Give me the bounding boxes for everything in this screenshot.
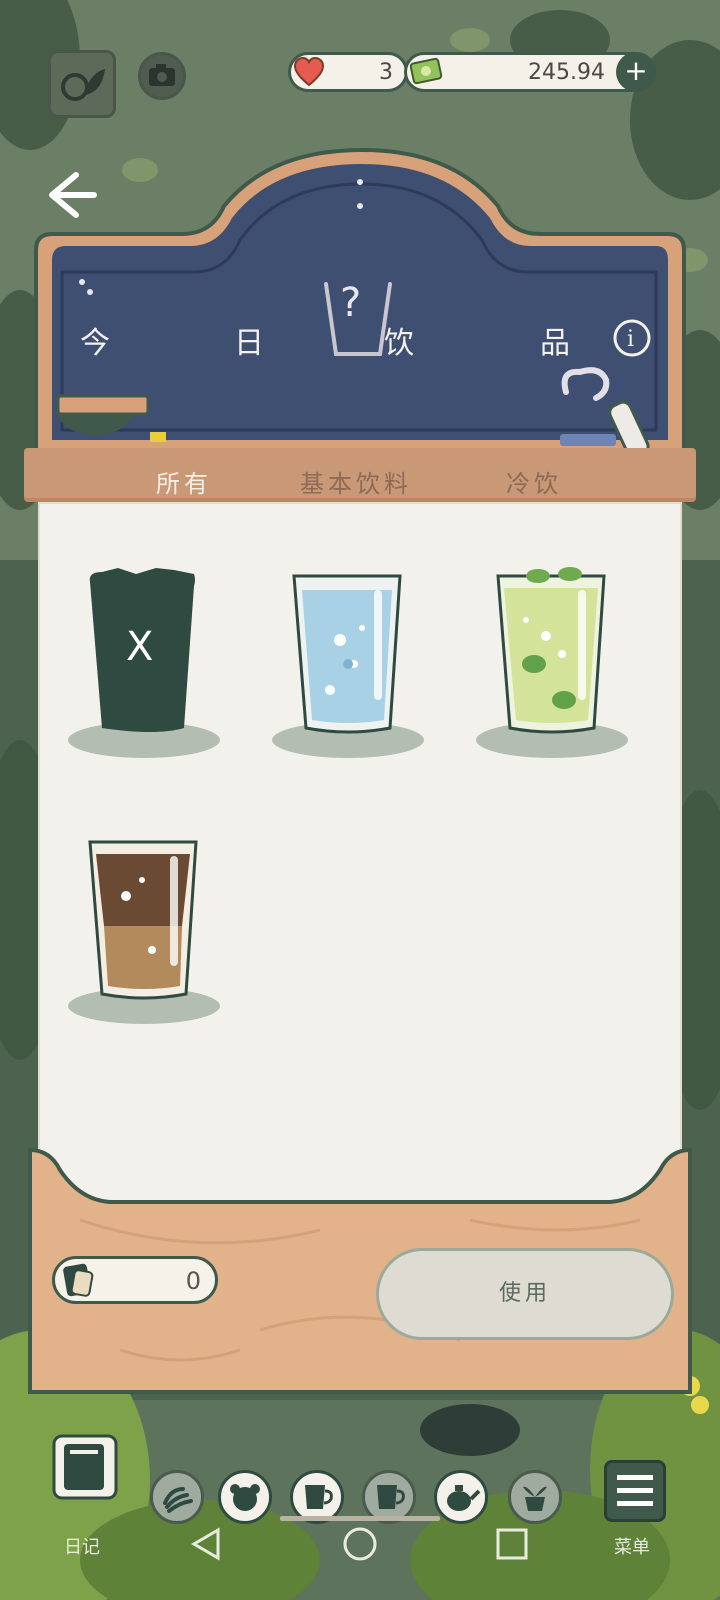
ticket-icon [63, 1263, 94, 1297]
menu-button[interactable] [604, 1460, 666, 1522]
wood-counter [28, 1147, 692, 1394]
system-nav-bar [191, 1516, 528, 1561]
nav-back-icon [191, 1527, 220, 1561]
ticket-count-value: 0 [185, 1267, 201, 1295]
hands-icon [163, 1487, 193, 1513]
diary-button[interactable] [52, 1434, 118, 1510]
cup-icon [305, 1485, 333, 1509]
ticket-counter: 0 [52, 1256, 218, 1304]
use-button[interactable]: 使用 [376, 1248, 674, 1340]
plant-icon [523, 1486, 547, 1511]
nav-home-icon [343, 1527, 377, 1561]
nav-recents-icon [496, 1528, 528, 1560]
teapot-icon [447, 1485, 481, 1511]
bear-icon [230, 1484, 260, 1511]
diary-icon [52, 1434, 118, 1500]
menu-icon [617, 1475, 653, 1506]
mug-icon [377, 1485, 405, 1509]
